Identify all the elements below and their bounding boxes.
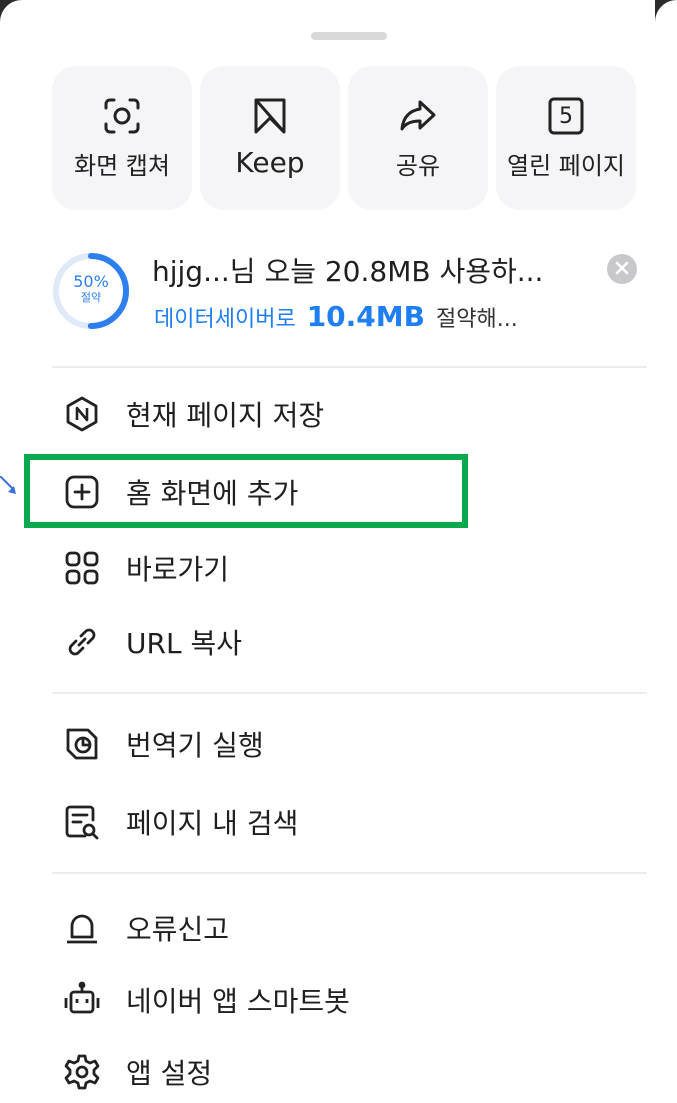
bookmark-icon: [250, 96, 290, 136]
saver-suffix: 절약해...: [435, 307, 518, 332]
corner-right: [655, 0, 677, 44]
menu-smartbot[interactable]: 네이버 앱 스마트봇: [62, 970, 350, 1030]
menu-report-error[interactable]: 오류신고: [62, 898, 229, 958]
grid-icon: [62, 548, 102, 588]
menu-add-home[interactable]: 홈 화면에 추가: [62, 462, 298, 522]
saved-amount: 10.4MB: [306, 300, 425, 333]
menu-save-page[interactable]: 현재 페이지 저장: [62, 384, 324, 444]
menu-translator[interactable]: 번역기 실행: [62, 714, 264, 774]
open-pages-label: 열린 페이지: [506, 152, 626, 180]
bottom-sheet: 화면 캡쳐 Keep 공유 5 열린 페이지 50% 절약 hjjg...님 오…: [0, 0, 677, 1103]
gear-icon: [62, 1052, 102, 1092]
share-icon: [398, 96, 438, 136]
divider: [52, 872, 647, 874]
open-pages-button[interactable]: 5 열린 페이지: [496, 66, 636, 210]
dismiss-button[interactable]: [607, 254, 637, 284]
translate-icon: [62, 724, 102, 764]
menu-shortcuts-label: 바로가기: [126, 553, 230, 586]
screen-capture-button[interactable]: 화면 캡쳐: [52, 66, 192, 210]
add-square-icon: [62, 472, 102, 512]
capture-icon: [102, 96, 142, 136]
share-label: 공유: [395, 152, 441, 180]
menu-save-page-label: 현재 페이지 저장: [126, 399, 325, 432]
divider: [52, 366, 647, 368]
robot-icon: [62, 980, 102, 1020]
link-icon: [62, 622, 102, 662]
naver-save-icon: [62, 394, 102, 434]
menu-copy-url[interactable]: URL 복사: [62, 612, 242, 672]
menu-app-settings-label: 앱 설정: [126, 1057, 213, 1090]
tabs-count-icon: 5: [546, 96, 586, 136]
share-button[interactable]: 공유: [348, 66, 488, 210]
menu-report-error-label: 오류신고: [126, 913, 230, 946]
corner-left: [0, 0, 22, 22]
saver-summary: 데이터세이버로 10.4MB 절약해...: [154, 300, 518, 333]
screen-capture-label: 화면 캡쳐: [74, 152, 170, 180]
document-search-icon: [62, 802, 102, 842]
quick-actions: 화면 캡쳐 Keep 공유 5 열린 페이지: [52, 66, 636, 210]
saving-percent: 50%: [73, 272, 109, 291]
ring-text: 50% 절약: [52, 272, 130, 304]
usage-text: hjjg...님 오늘 20.8MB 사용하...: [152, 255, 544, 288]
drag-handle[interactable]: [311, 32, 387, 40]
menu-find-in-page-label: 페이지 내 검색: [126, 807, 299, 840]
menu-smartbot-label: 네이버 앱 스마트봇: [126, 985, 350, 1018]
siren-icon: [62, 908, 102, 948]
menu-app-settings[interactable]: 앱 설정: [62, 1042, 212, 1102]
data-saver-card[interactable]: 50% 절약 hjjg...님 오늘 20.8MB 사용하... 데이터세이버로…: [52, 248, 647, 348]
divider: [52, 692, 647, 694]
keep-button[interactable]: Keep: [200, 66, 340, 210]
tabs-count: 5: [559, 103, 573, 129]
menu-add-home-label: 홈 화면에 추가: [126, 477, 299, 510]
menu-translator-label: 번역기 실행: [126, 729, 264, 762]
menu-find-in-page[interactable]: 페이지 내 검색: [62, 792, 298, 852]
pointer-arrow-icon: [0, 476, 16, 494]
keep-label: Keep: [235, 146, 305, 179]
menu-copy-url-label: URL 복사: [126, 627, 242, 660]
menu-shortcuts[interactable]: 바로가기: [62, 538, 229, 598]
close-icon: [615, 260, 629, 279]
saving-sub-label: 절약: [80, 291, 102, 304]
saver-prefix: 데이터세이버로: [154, 307, 296, 332]
